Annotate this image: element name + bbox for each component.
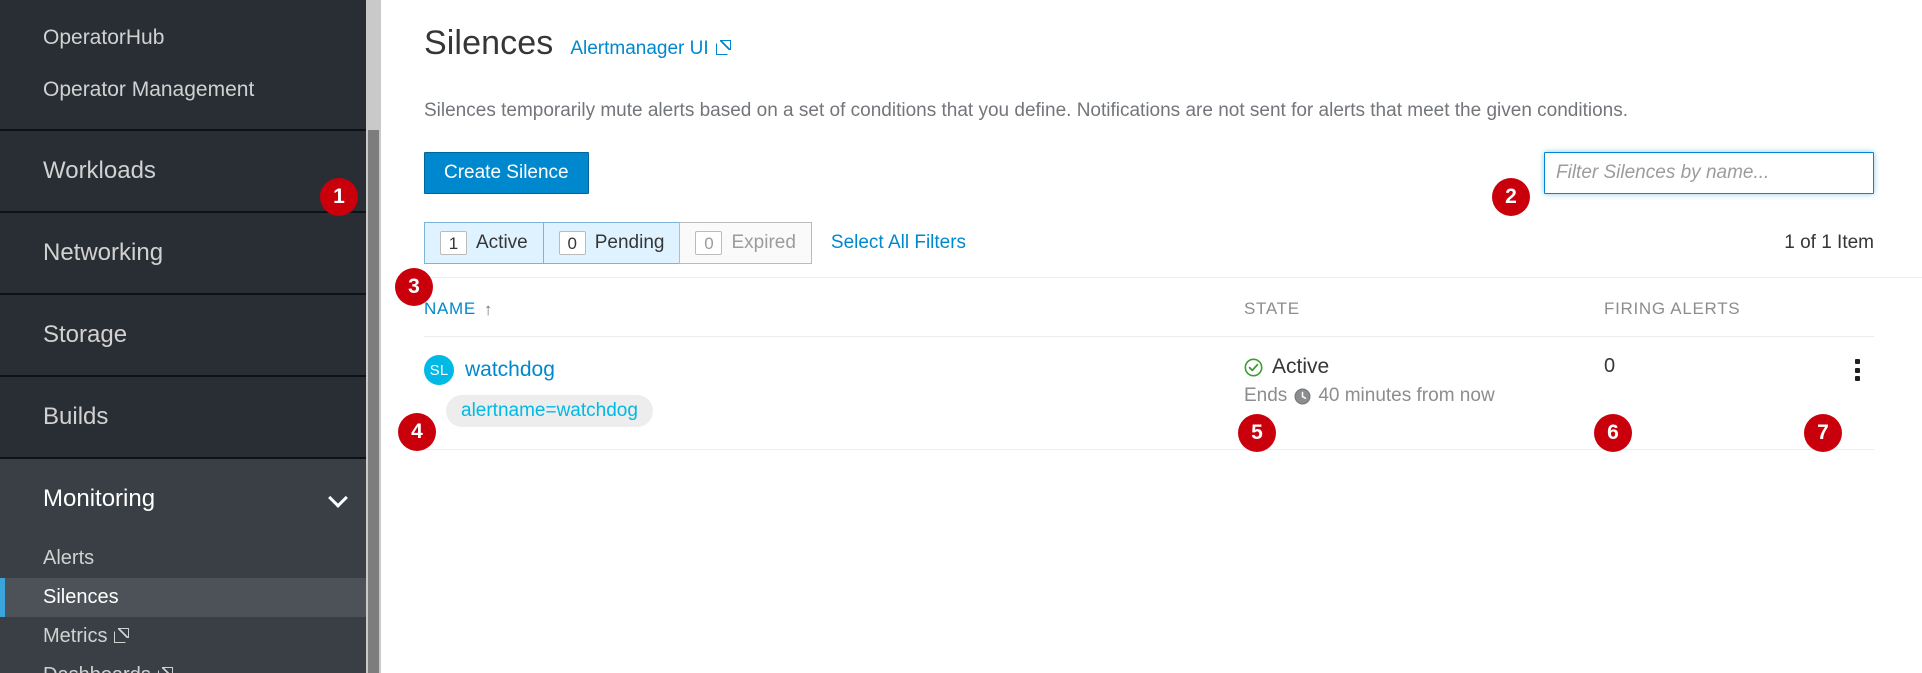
primary-navigation: OperatorHub Operator Management Workload… <box>0 0 381 673</box>
silence-name-link[interactable]: watchdog <box>465 358 555 382</box>
sort-ascending-icon: ↑ <box>483 300 493 320</box>
sidebar-item-label: Metrics <box>43 625 108 647</box>
status-label: Active <box>1272 355 1330 379</box>
sidebar-item-dashboards[interactable]: Dashboards <box>0 656 381 673</box>
callout-badge-7: 7 <box>1804 414 1842 452</box>
callout-badge-3: 3 <box>395 268 433 306</box>
column-header-name[interactable]: Name <box>424 299 476 318</box>
status-badge: Active <box>1244 355 1604 379</box>
filter-bar: 1 Active 0 Pending 0 Expired Select All … <box>424 222 1922 279</box>
table-header-name-cell: Name ↑ <box>424 299 1244 320</box>
column-header-firing-alerts[interactable]: Firing alerts <box>1604 299 1740 318</box>
filter-label-expired: Expired <box>731 231 796 253</box>
sidebar-item-silences[interactable]: Silences <box>0 578 381 617</box>
create-silence-button[interactable]: Create Silence <box>424 151 589 195</box>
state-filter-toggle-group: 1 Active 0 Pending 0 Expired <box>424 222 812 265</box>
filter-toggle-expired[interactable]: 0 Expired <box>679 222 812 265</box>
row-firing-alerts-cell: 0 <box>1604 355 1804 378</box>
filter-count-expired: 0 <box>695 231 723 256</box>
column-header-state[interactable]: State <box>1244 299 1300 318</box>
callout-badge-4: 4 <box>398 413 436 451</box>
main-content: Silences Alertmanager UI Silences tempor… <box>381 0 1922 673</box>
sidebar-item-label: Alerts <box>43 547 95 569</box>
table-row: SL watchdog alertname=watchdog Active En… <box>424 337 1874 451</box>
row-actions-cell <box>1804 355 1874 385</box>
callout-badge-1: 1 <box>320 178 358 216</box>
filter-label-pending: Pending <box>594 231 665 253</box>
sidebar-item-label: Dashboards <box>43 664 151 673</box>
sidebar-item-monitoring[interactable]: Monitoring <box>0 459 381 539</box>
table-header-state-cell: State <box>1244 299 1604 319</box>
alertmanager-ui-link-label: Alertmanager UI <box>570 38 709 59</box>
sidebar-item-metrics[interactable]: Metrics <box>0 617 381 656</box>
sidebar-item-operatorhub[interactable]: OperatorHub <box>0 12 381 64</box>
callout-badge-5: 5 <box>1238 414 1276 452</box>
page-header: Silences Alertmanager UI <box>381 0 1922 63</box>
filter-silences-input[interactable] <box>1544 151 1874 194</box>
item-count-label: 1 of 1 Item <box>1784 232 1874 254</box>
sidebar-item-label: Storage <box>43 321 128 348</box>
sidebar-item-storage[interactable]: Storage <box>0 295 381 375</box>
sidebar-item-label: Silences <box>43 586 119 608</box>
silence-resource-icon: SL <box>424 355 454 386</box>
page-title: Silences <box>424 24 554 62</box>
console-page: OperatorHub Operator Management Workload… <box>0 0 1922 673</box>
select-all-filters-link[interactable]: Select All Filters <box>831 232 966 254</box>
firing-alerts-value: 0 <box>1604 355 1616 378</box>
sidebar-item-label: Workloads <box>43 157 156 184</box>
check-circle-icon <box>1244 358 1263 377</box>
chevron-down-icon <box>329 488 351 510</box>
kebab-menu-icon[interactable] <box>1842 355 1872 385</box>
nav-section-operators: OperatorHub Operator Management <box>0 0 381 131</box>
table-header-firing-alerts-cell: Firing alerts <box>1604 299 1804 319</box>
ends-prefix-label: Ends <box>1244 385 1288 407</box>
nav-section-monitoring: Monitoring Alerts Silences Metrics Dashb… <box>0 459 381 673</box>
silence-ends-info: Ends 40 minutes from now <box>1244 385 1604 407</box>
resource-line: SL watchdog <box>424 355 1244 386</box>
external-link-icon <box>715 40 731 55</box>
nav-section-storage: Storage <box>0 295 381 377</box>
alertmanager-ui-link[interactable]: Alertmanager UI <box>570 38 731 60</box>
sidebar-item-label: Monitoring <box>43 485 156 512</box>
callout-badge-6: 6 <box>1594 414 1632 452</box>
filter-count-pending: 0 <box>558 231 586 256</box>
clock-icon <box>1294 388 1311 405</box>
sidebar-item-operator-management[interactable]: Operator Management <box>0 64 381 116</box>
sidebar-item-alerts[interactable]: Alerts <box>0 539 381 578</box>
nav-section-networking: Networking <box>0 213 381 295</box>
filter-toggle-pending[interactable]: 0 Pending <box>542 222 680 265</box>
sidebar-item-label: Builds <box>43 403 109 430</box>
callout-badge-2: 2 <box>1492 178 1530 216</box>
external-link-icon <box>114 628 130 643</box>
sidebar-scrollbar-track[interactable] <box>366 0 381 673</box>
filter-count-active: 1 <box>440 231 467 256</box>
table-header-row: Name ↑ State Firing alerts <box>424 278 1874 338</box>
row-name-cell: SL watchdog alertname=watchdog <box>424 355 1244 428</box>
row-state-cell: Active Ends 40 minutes from now <box>1244 355 1604 407</box>
filter-toggle-area: 1 Active 0 Pending 0 Expired Select All … <box>424 222 966 265</box>
filter-label-active: Active <box>476 231 528 253</box>
sidebar-item-networking[interactable]: Networking <box>0 213 381 293</box>
ends-value-label: 40 minutes from now <box>1318 385 1495 407</box>
silence-label-chip[interactable]: alertname=watchdog <box>446 395 653 428</box>
toolbar: Create Silence <box>424 151 1922 195</box>
silences-table: Name ↑ State Firing alerts SL watchdog al… <box>424 278 1922 451</box>
sidebar-item-builds[interactable]: Builds <box>0 377 381 457</box>
nav-section-builds: Builds <box>0 377 381 459</box>
external-link-icon <box>157 667 173 673</box>
page-description: Silences temporarily mute alerts based o… <box>424 100 1628 121</box>
sidebar-scrollbar-thumb[interactable] <box>368 130 379 673</box>
sidebar-item-label: Networking <box>43 239 164 266</box>
filter-toggle-active[interactable]: 1 Active <box>424 222 543 265</box>
